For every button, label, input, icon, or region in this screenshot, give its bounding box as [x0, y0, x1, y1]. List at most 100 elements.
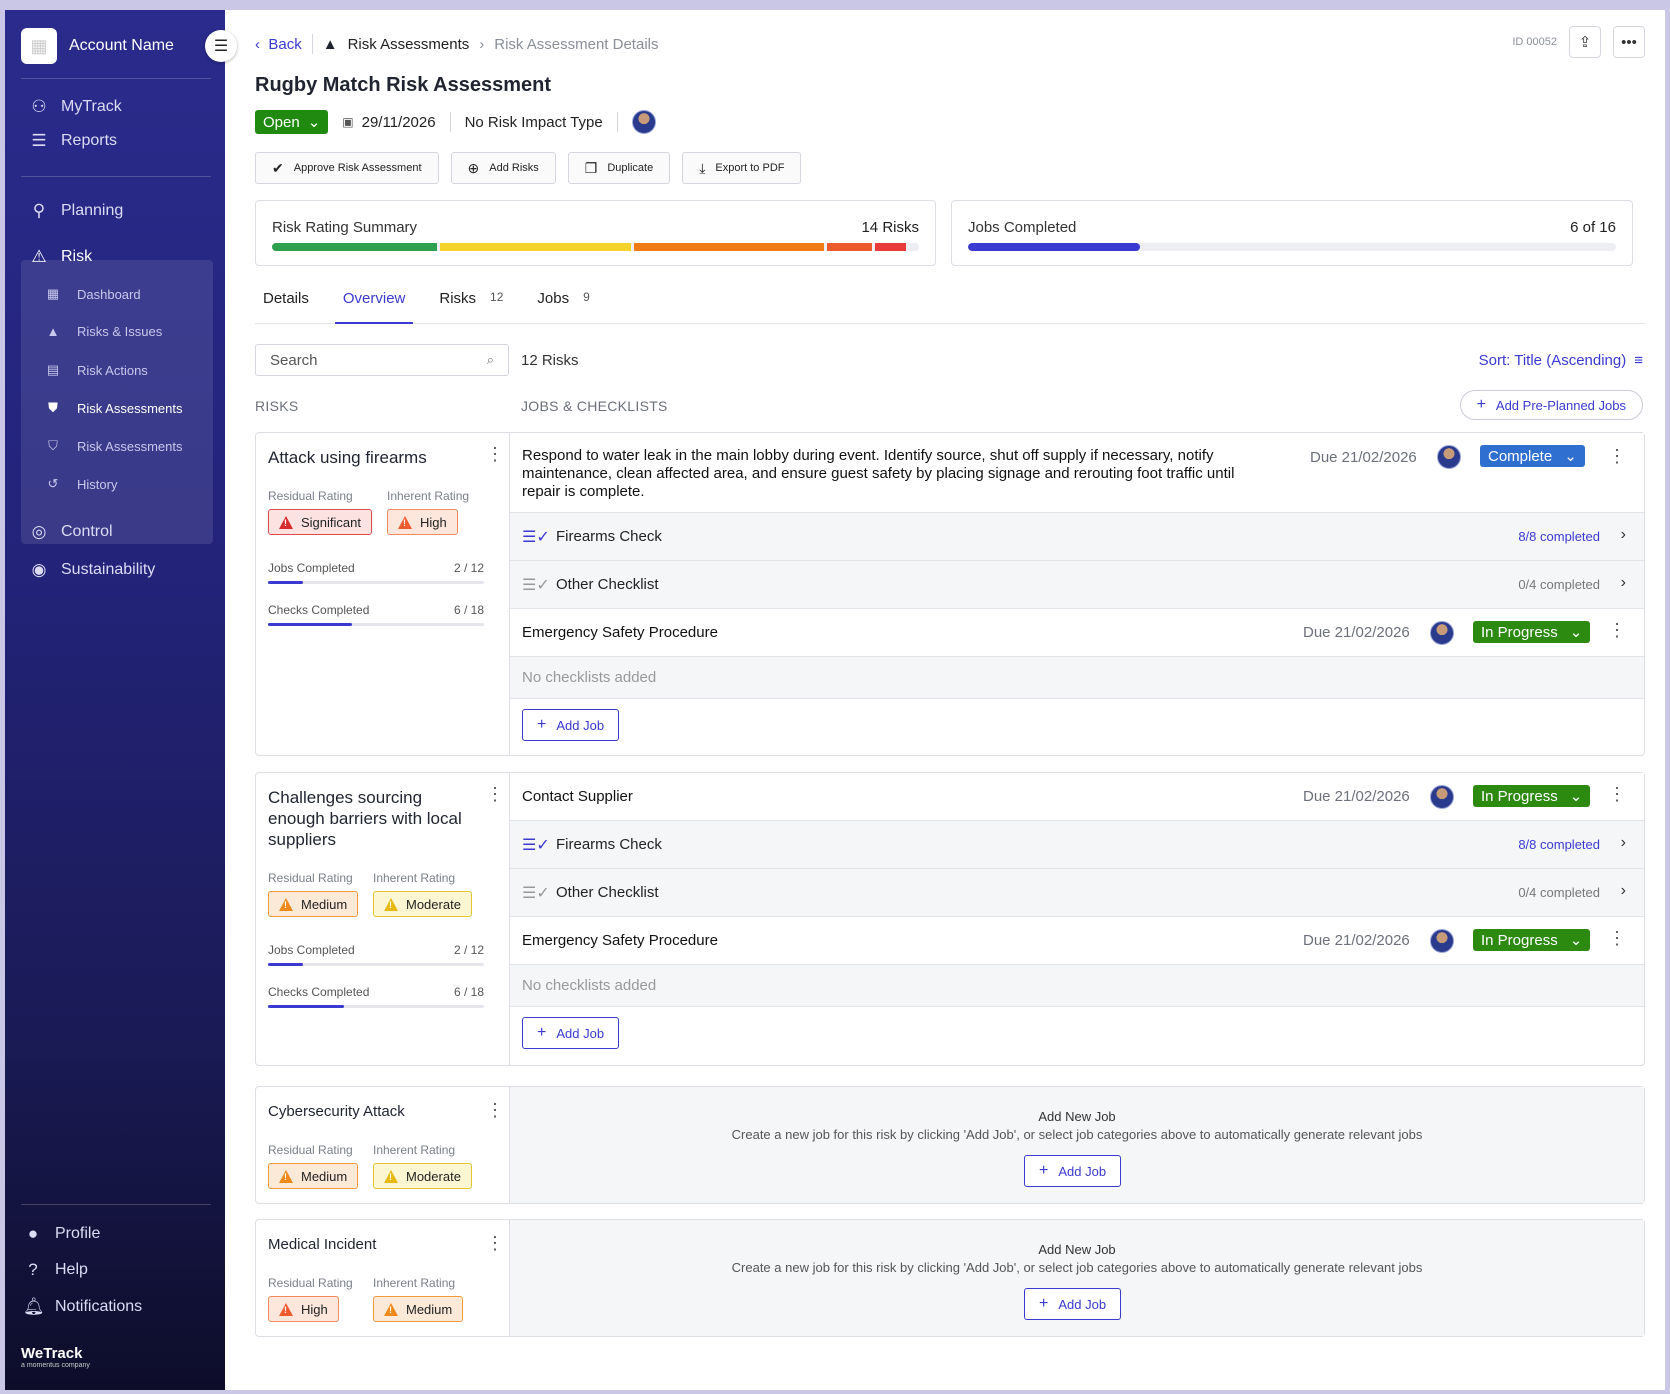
nav-item-reports[interactable]: ☰ Reports — [29, 131, 117, 151]
risk-name[interactable]: Cybersecurity Attack — [268, 1101, 468, 1122]
rating-segment — [874, 243, 907, 251]
chevron-right-icon: › — [1620, 834, 1626, 851]
tab-details[interactable]: Details — [255, 290, 317, 324]
add-job-button[interactable]: + Add Job — [1024, 1288, 1122, 1320]
sub-item-risk-assessments-active[interactable]: ⛊ Risk Assessments — [45, 400, 182, 416]
nav-item-mytrack[interactable]: ⚇ MyTrack — [29, 97, 122, 117]
risk-name[interactable]: Attack using firearms — [268, 447, 468, 468]
add-preplanned-jobs-button[interactable]: + Add Pre-Planned Jobs — [1459, 390, 1643, 420]
sub-item-dashboard[interactable]: ▦ Dashboard — [45, 286, 141, 302]
list-icon: ☰ — [31, 131, 47, 150]
tab-label: Risks — [439, 290, 477, 307]
job-row[interactable]: Respond to water leak in the main lobby … — [510, 433, 1644, 513]
job-row[interactable]: Contact Supplier Due 21/02/2026 In Progr… — [510, 773, 1644, 821]
job-status-dropdown[interactable]: In Progress ⌄ — [1473, 621, 1591, 643]
download-icon: ⤓ — [699, 159, 706, 176]
status-dropdown[interactable]: Open ⌄ — [255, 110, 329, 134]
account-switcher[interactable]: ▦ Account Name — [21, 28, 174, 64]
back-link[interactable]: ‹ Back — [255, 36, 302, 53]
inherent-rating-badge: Moderate — [373, 1163, 472, 1189]
job-status-dropdown[interactable]: Complete ⌄ — [1480, 445, 1585, 467]
tab-risks[interactable]: Risks 12 — [431, 290, 511, 324]
job-due-date: Due 21/02/2026 — [1303, 624, 1410, 641]
job-menu-icon[interactable]: ⋮ — [1608, 929, 1626, 947]
nav-label: MyTrack — [61, 98, 122, 115]
owner-avatar[interactable] — [631, 110, 656, 134]
risk-menu-icon[interactable]: ⋮ — [486, 445, 504, 463]
job-status-dropdown[interactable]: In Progress ⌄ — [1473, 785, 1591, 807]
approve-button[interactable]: ✔ Approve Risk Assessment — [255, 152, 439, 184]
badge-label: Medium — [301, 896, 348, 912]
risk-rating-summary-card: Risk Rating Summary 14 Risks — [255, 200, 936, 266]
risk-menu-icon[interactable]: ⋮ — [486, 785, 504, 803]
nav-item-notifications[interactable]: 🔔︎ Notifications — [23, 1297, 142, 1317]
plus-icon: + — [1476, 396, 1486, 413]
nav-item-planning[interactable]: ⚲ Planning — [29, 201, 124, 221]
breadcrumb-section[interactable]: Risk Assessments — [348, 36, 470, 53]
risk-summary: Attack using firearms ⋮ Residual Rating … — [256, 433, 510, 755]
export-pdf-button[interactable]: ⤓ Export to PDF — [682, 152, 802, 184]
checklist-row[interactable]: ☰✓ Firearms Check 8/8 completed › — [510, 821, 1644, 869]
empty-checklists-row: No checklists added — [510, 965, 1644, 1007]
checklist-row[interactable]: ☰✓ Other Checklist 0/4 completed › — [510, 869, 1644, 917]
add-job-button[interactable]: + Add Job — [522, 709, 620, 741]
inherent-label: Inherent Rating — [373, 871, 456, 885]
residual-rating-badge: Medium — [268, 891, 359, 917]
tab-overview[interactable]: Overview — [334, 290, 414, 324]
assignee-avatar[interactable] — [1430, 929, 1454, 953]
duplicate-button[interactable]: ❐ Duplicate — [567, 152, 671, 184]
assignee-avatar[interactable] — [1437, 445, 1461, 469]
add-risks-button[interactable]: ⊕ Add Risks — [450, 152, 556, 184]
tab-jobs[interactable]: Jobs 9 — [529, 290, 597, 324]
warning-icon — [279, 1169, 293, 1183]
checklist-row[interactable]: ☰✓ Other Checklist 0/4 completed › — [510, 561, 1644, 609]
job-row[interactable]: Emergency Safety Procedure Due 21/02/202… — [510, 609, 1644, 657]
nav-item-control[interactable]: ◎ Control — [29, 522, 113, 542]
tab-label: Details — [263, 290, 309, 307]
search-input[interactable]: Search ⌕ — [255, 344, 509, 376]
job-menu-icon[interactable]: ⋮ — [1608, 785, 1626, 803]
nav-item-risk[interactable]: ⚠ Risk — [29, 247, 92, 267]
job-status-dropdown[interactable]: In Progress ⌄ — [1473, 929, 1591, 951]
checklist-icon: ☰✓ — [522, 837, 550, 854]
job-title: Contact Supplier — [522, 788, 633, 805]
sort-button[interactable]: Sort: Title (Ascending) ≡ — [1479, 352, 1643, 369]
empty-checklists-row: No checklists added — [510, 657, 1644, 699]
add-job-button[interactable]: + Add Job — [1024, 1155, 1122, 1187]
job-menu-icon[interactable]: ⋮ — [1608, 447, 1626, 465]
impact-type[interactable]: No Risk Impact Type — [465, 114, 603, 131]
sub-item-risks-issues[interactable]: ▲ Risks & Issues — [45, 324, 163, 339]
nav-item-sustainability[interactable]: ◉ Sustainability — [29, 560, 156, 580]
button-label: Add Job — [1058, 1163, 1107, 1179]
risk-menu-icon[interactable]: ⋮ — [486, 1101, 504, 1119]
checklist-row[interactable]: ☰✓ Firearms Check 8/8 completed › — [510, 513, 1644, 561]
chevron-down-icon: ⌄ — [307, 114, 321, 131]
share-icon[interactable]: ⇪ — [1569, 26, 1601, 58]
sub-item-history[interactable]: ↺ History — [45, 476, 118, 492]
job-menu-icon[interactable]: ⋮ — [1608, 621, 1626, 639]
warning-icon — [384, 897, 398, 911]
assignee-avatar[interactable] — [1430, 785, 1454, 809]
job-row[interactable]: Emergency Safety Procedure Due 21/02/202… — [510, 917, 1644, 965]
sub-item-risk-actions[interactable]: ▤ Risk Actions — [45, 362, 148, 378]
assignee-avatar[interactable] — [1430, 621, 1454, 645]
job-title: Emergency Safety Procedure — [522, 932, 718, 949]
nav-item-profile[interactable]: ● Profile — [23, 1224, 101, 1244]
risk-name[interactable]: Challenges sourcing enough barriers with… — [268, 787, 468, 850]
calendar-icon: ▣ — [342, 115, 354, 129]
card-label: Risk Rating Summary — [272, 219, 418, 236]
empty-description: Create a new job for this risk by clicki… — [731, 1260, 1423, 1275]
checklist-count: 0/4 completed — [1518, 885, 1600, 900]
residual-rating-badge: Significant — [268, 509, 372, 535]
more-icon[interactable]: ••• — [1613, 26, 1645, 58]
progress-fill — [268, 581, 303, 584]
risk-menu-icon[interactable]: ⋮ — [486, 1234, 504, 1252]
progress-label: Checks Completed — [268, 985, 370, 999]
nav-item-help[interactable]: ? Help — [23, 1260, 88, 1280]
collapse-sidebar-icon[interactable]: ☰ — [205, 30, 237, 62]
brand-name: WeTrack — [21, 1345, 83, 1362]
sub-item-risk-assessments[interactable]: ⛉ Risk Assessments — [45, 438, 182, 454]
chevron-down-icon: ⌄ — [1569, 788, 1583, 805]
add-job-button[interactable]: + Add Job — [522, 1017, 620, 1049]
risk-name[interactable]: Medical Incident — [268, 1234, 468, 1255]
